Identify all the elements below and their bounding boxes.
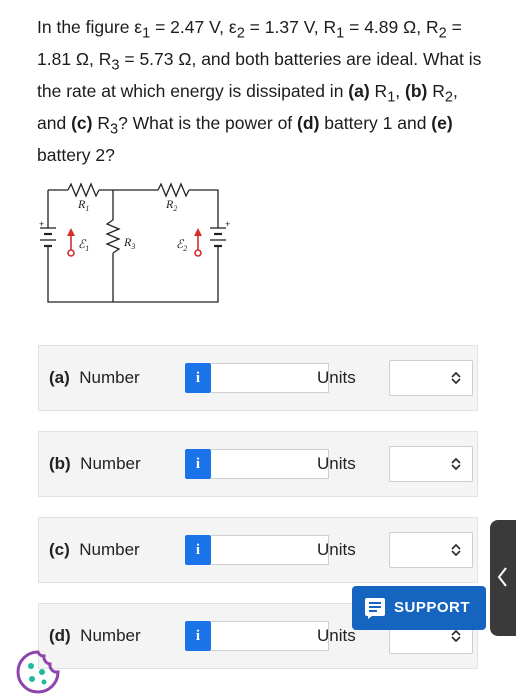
r2-resistor [157,182,190,198]
units-label: Units [317,540,356,559]
e2-value: 1.37 V [264,17,314,37]
units-select[interactable] [389,360,473,396]
e2-label: ℰ2 [176,237,187,253]
chat-lines-icon [365,598,385,619]
r1-label: R1 [77,197,89,213]
r1-value: 4.89 Ω [364,17,417,37]
circuit-diagram: R1 R2 R3 ℰ1 ℰ2 + + [39,182,230,303]
e1-plus: + [39,219,44,229]
chevron-updown-icon [451,371,461,385]
info-button[interactable]: i [185,621,211,651]
support-label: SUPPORT [394,599,471,616]
side-panel-tab[interactable] [490,520,516,636]
cookie-settings-icon[interactable] [14,648,62,696]
units-label: Units [317,368,356,387]
answer-label: (a) Number [49,368,140,387]
info-button[interactable]: i [185,363,211,393]
r2-value: 1.81 Ω [37,49,90,69]
r1-resistor [67,182,100,198]
emf1-arrow [67,228,75,257]
support-button[interactable]: SUPPORT [352,586,486,630]
emf2-arrow [194,228,202,257]
answer-label: (d) Number [49,626,141,645]
info-button[interactable]: i [185,449,211,479]
r3-value: 5.73 Ω [139,49,192,69]
number-input[interactable] [211,621,329,651]
number-input[interactable] [211,535,329,565]
r2-label: R2 [165,197,177,213]
number-input[interactable] [211,363,329,393]
chevron-updown-icon [451,457,461,471]
answer-row-c: (c) Number i Units [38,517,478,583]
chevron-updown-icon [451,629,461,643]
e1-value: 2.47 V [170,17,220,37]
number-input[interactable] [211,449,329,479]
answer-row-a: (a) Number i Units [38,345,478,411]
r3-label: R3 [123,235,135,251]
units-select[interactable] [389,446,473,482]
chevron-updown-icon [451,543,461,557]
e2-plus: + [225,219,230,229]
answer-row-b: (b) Number i Units [38,431,478,497]
question-text: In the figure ε1 = 2.47 V, ε2 = 1.37 V, … [37,17,482,165]
units-select[interactable] [389,532,473,568]
r3-resistor [105,219,121,254]
units-label: Units [317,454,356,473]
answer-label: (c) Number [49,540,140,559]
e1-label: ℰ1 [78,237,89,253]
chevron-left-icon [497,567,507,587]
info-button[interactable]: i [185,535,211,565]
units-label: Units [317,626,356,645]
answer-label: (b) Number [49,454,141,473]
